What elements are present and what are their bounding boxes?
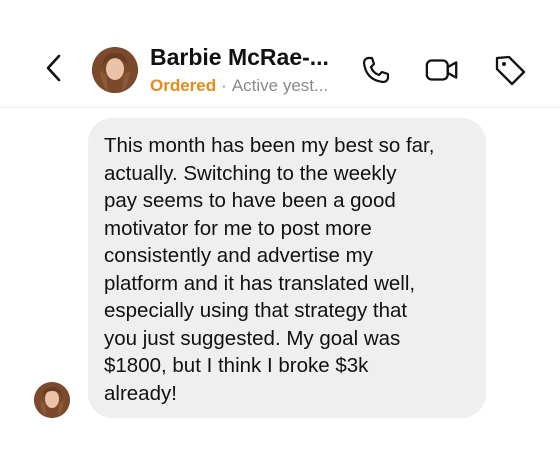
contact-name[interactable]: Barbie McRae-... [150,44,329,71]
tag-button[interactable] [492,52,528,88]
contact-subline: Ordered · Active yest... [150,76,328,96]
call-button[interactable] [358,52,394,88]
video-call-button[interactable] [424,52,460,88]
message-text: This month has been my best so far, actu… [104,134,435,405]
message-bubble[interactable]: This month has been my best so far, actu… [88,118,486,418]
activity-status: Active yest... [231,76,329,95]
sender-avatar[interactable] [34,382,70,418]
tag-icon [495,55,526,86]
chevron-left-icon [46,54,61,82]
video-camera-icon [425,59,458,81]
avatar-image [92,47,138,93]
chat-header: Barbie McRae-... Ordered · Active yest... [0,0,560,108]
avatar-image [34,382,70,418]
phone-icon [362,56,390,84]
contact-avatar[interactable] [92,47,138,93]
separator-dot: · [221,76,227,95]
order-status: Ordered [150,76,217,95]
back-button[interactable] [36,50,72,86]
